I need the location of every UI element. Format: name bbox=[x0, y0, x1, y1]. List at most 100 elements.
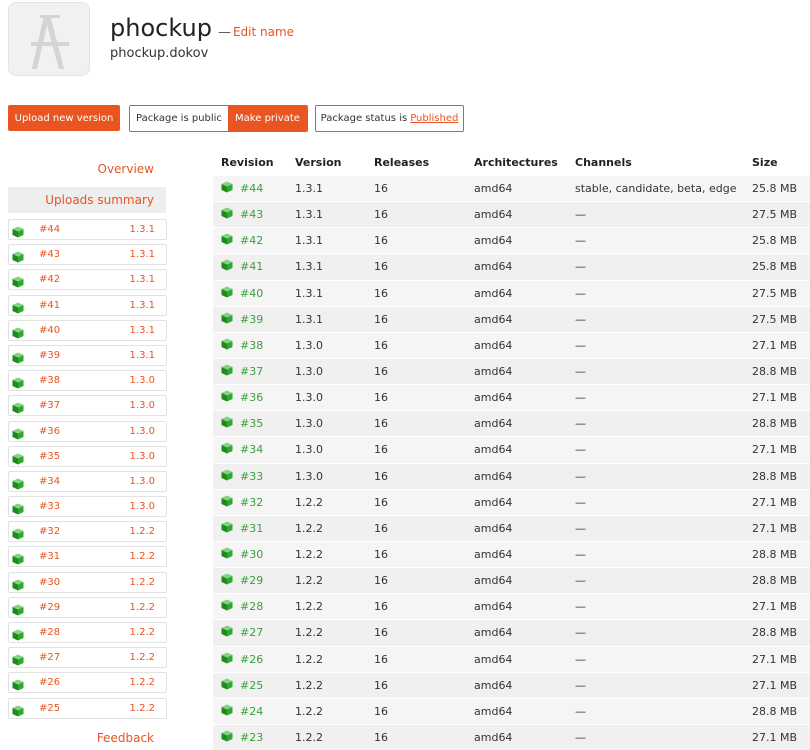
sidebar-revision-number[interactable]: #25 bbox=[39, 703, 60, 714]
revision-number[interactable]: #41 bbox=[240, 260, 263, 273]
sidebar-revision-item[interactable]: #26 1.2.2 bbox=[8, 672, 167, 694]
revision-link[interactable]: #35 bbox=[221, 416, 263, 430]
revision-number[interactable]: #44 bbox=[240, 182, 263, 195]
sidebar-revision-item[interactable]: #40 1.3.1 bbox=[8, 319, 167, 341]
sidebar-revision-item[interactable]: #34 1.3.0 bbox=[8, 470, 167, 492]
package-public-option[interactable]: Package is public bbox=[130, 106, 228, 131]
sidebar-revision-number[interactable]: #37 bbox=[39, 400, 60, 411]
revision-number[interactable]: #32 bbox=[240, 496, 263, 509]
sidebar-revision-item[interactable]: #35 1.3.0 bbox=[8, 445, 167, 467]
package-status-link[interactable]: Published bbox=[410, 113, 458, 124]
sidebar-revision-number[interactable]: #32 bbox=[39, 526, 60, 537]
sidebar-revision-version[interactable]: 1.2.2 bbox=[130, 602, 155, 613]
revision-link[interactable]: #33 bbox=[221, 469, 263, 483]
sidebar-revision-item[interactable]: #27 1.2.2 bbox=[8, 647, 167, 669]
revision-link[interactable]: #25 bbox=[221, 678, 263, 692]
sidebar-revision-version[interactable]: 1.3.1 bbox=[130, 249, 155, 260]
sidebar-revision-item[interactable]: #29 1.2.2 bbox=[8, 596, 167, 618]
sidebar-revision-version[interactable]: 1.3.1 bbox=[130, 350, 155, 361]
sidebar-revision-number[interactable]: #43 bbox=[39, 249, 60, 260]
sidebar-revision-item[interactable]: #33 1.3.0 bbox=[8, 496, 167, 518]
sidebar-revision-item[interactable]: #31 1.2.2 bbox=[8, 546, 167, 568]
sidebar-revision-number[interactable]: #26 bbox=[39, 677, 60, 688]
revision-number[interactable]: #38 bbox=[240, 339, 263, 352]
sidebar-revision-item[interactable]: #38 1.3.0 bbox=[8, 370, 167, 392]
sidebar-revision-number[interactable]: #36 bbox=[39, 426, 60, 437]
sidebar-revision-item[interactable]: #39 1.3.1 bbox=[8, 344, 167, 366]
sidebar-revision-version[interactable]: 1.3.0 bbox=[130, 501, 155, 512]
revision-number[interactable]: #35 bbox=[240, 417, 263, 430]
sidebar-revision-version[interactable]: 1.3.0 bbox=[130, 400, 155, 411]
sidebar-revision-number[interactable]: #40 bbox=[39, 325, 60, 336]
revision-link[interactable]: #40 bbox=[221, 286, 263, 300]
revision-number[interactable]: #39 bbox=[240, 313, 263, 326]
sidebar-revision-version[interactable]: 1.3.1 bbox=[130, 274, 155, 285]
sidebar-revision-version[interactable]: 1.3.0 bbox=[130, 375, 155, 386]
revision-link[interactable]: #38 bbox=[221, 338, 263, 352]
sidebar-revision-version[interactable]: 1.3.0 bbox=[130, 451, 155, 462]
revision-link[interactable]: #39 bbox=[221, 312, 263, 326]
sidebar-revision-item[interactable]: #44 1.3.1 bbox=[8, 219, 167, 240]
sidebar-revision-item[interactable]: #28 1.2.2 bbox=[8, 622, 167, 643]
revision-link[interactable]: #30 bbox=[221, 547, 263, 561]
revision-number[interactable]: #34 bbox=[240, 443, 263, 456]
sidebar-revision-number[interactable]: #30 bbox=[39, 577, 60, 588]
sidebar-revision-version[interactable]: 1.3.1 bbox=[130, 325, 155, 336]
revision-number[interactable]: #31 bbox=[240, 522, 263, 535]
sidebar-revision-item[interactable]: #37 1.3.0 bbox=[8, 395, 167, 417]
sidebar-revision-number[interactable]: #33 bbox=[39, 501, 60, 512]
sidebar-revision-version[interactable]: 1.2.2 bbox=[130, 526, 155, 537]
sidebar-overview-link[interactable]: Overview bbox=[98, 162, 155, 176]
sidebar-revision-number[interactable]: #35 bbox=[39, 451, 60, 462]
revision-number[interactable]: #40 bbox=[240, 287, 263, 300]
revision-number[interactable]: #25 bbox=[240, 679, 263, 692]
revision-link[interactable]: #31 bbox=[221, 521, 263, 535]
revision-link[interactable]: #43 bbox=[221, 207, 263, 221]
sidebar-revision-version[interactable]: 1.2.2 bbox=[130, 627, 155, 638]
sidebar-revision-version[interactable]: 1.3.0 bbox=[130, 476, 155, 487]
sidebar-revision-number[interactable]: #41 bbox=[39, 300, 60, 311]
revision-number[interactable]: #36 bbox=[240, 391, 263, 404]
sidebar-revision-item[interactable]: #43 1.3.1 bbox=[8, 244, 167, 266]
sidebar-revision-version[interactable]: 1.2.2 bbox=[130, 551, 155, 562]
revision-number[interactable]: #26 bbox=[240, 653, 263, 666]
sidebar-revision-number[interactable]: #31 bbox=[39, 551, 60, 562]
revision-number[interactable]: #43 bbox=[240, 208, 263, 221]
sidebar-revision-number[interactable]: #29 bbox=[39, 602, 60, 613]
sidebar-revision-version[interactable]: 1.3.0 bbox=[130, 426, 155, 437]
sidebar-revision-item[interactable]: #36 1.3.0 bbox=[8, 420, 167, 442]
sidebar-feedback-link[interactable]: Feedback bbox=[97, 731, 154, 745]
revision-link[interactable]: #29 bbox=[221, 573, 263, 587]
sidebar-revision-number[interactable]: #28 bbox=[39, 627, 60, 638]
revision-link[interactable]: #42 bbox=[221, 233, 263, 247]
sidebar-revision-number[interactable]: #38 bbox=[39, 375, 60, 386]
sidebar-revision-item[interactable]: #42 1.3.1 bbox=[8, 269, 167, 291]
sidebar-revision-number[interactable]: #39 bbox=[39, 350, 60, 361]
revision-number[interactable]: #33 bbox=[240, 470, 263, 483]
revision-link[interactable]: #32 bbox=[221, 495, 263, 509]
revision-number[interactable]: #27 bbox=[240, 626, 263, 639]
sidebar-revision-version[interactable]: 1.3.1 bbox=[130, 300, 155, 311]
revision-number[interactable]: #24 bbox=[240, 705, 263, 718]
revision-link[interactable]: #37 bbox=[221, 364, 263, 378]
revision-link[interactable]: #34 bbox=[221, 442, 263, 456]
sidebar-revision-number[interactable]: #44 bbox=[39, 224, 60, 235]
revision-link[interactable]: #36 bbox=[221, 390, 263, 404]
sidebar-revision-version[interactable]: 1.2.2 bbox=[130, 703, 155, 714]
upload-new-version-button[interactable]: Upload new version bbox=[8, 105, 120, 131]
revision-link[interactable]: #28 bbox=[221, 599, 263, 613]
sidebar-revision-number[interactable]: #34 bbox=[39, 476, 60, 487]
sidebar-revision-version[interactable]: 1.2.2 bbox=[130, 577, 155, 588]
revision-link[interactable]: #23 bbox=[221, 730, 263, 744]
edit-name-link[interactable]: Edit name bbox=[233, 25, 294, 39]
sidebar-revision-item[interactable]: #25 1.2.2 bbox=[8, 697, 167, 719]
sidebar-revision-number[interactable]: #27 bbox=[39, 652, 60, 663]
revision-number[interactable]: #29 bbox=[240, 574, 263, 587]
sidebar-revision-item[interactable]: #41 1.3.1 bbox=[8, 294, 167, 316]
revision-link[interactable]: #24 bbox=[221, 704, 263, 718]
revision-number[interactable]: #37 bbox=[240, 365, 263, 378]
make-private-button[interactable]: Make private bbox=[228, 106, 307, 131]
sidebar-revision-item[interactable]: #32 1.2.2 bbox=[8, 521, 167, 543]
sidebar-revision-version[interactable]: 1.2.2 bbox=[130, 652, 155, 663]
revision-number[interactable]: #42 bbox=[240, 234, 263, 247]
